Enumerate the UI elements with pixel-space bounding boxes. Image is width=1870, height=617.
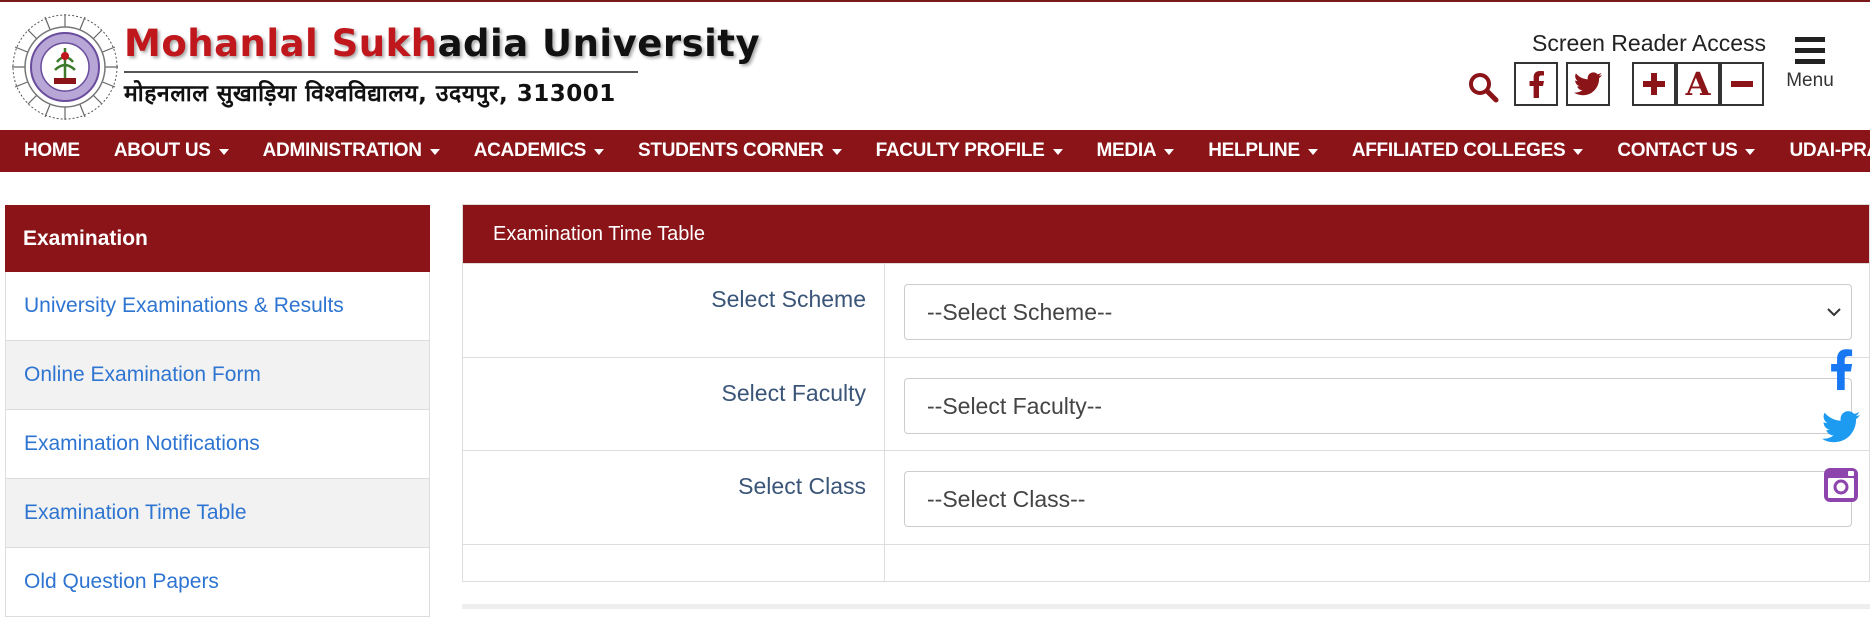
form-row-class: Select Class --Select Class-- bbox=[463, 450, 1869, 544]
nav-item-helpline[interactable]: HELPLINE bbox=[1191, 140, 1335, 162]
menu-button[interactable]: Menu bbox=[1780, 36, 1840, 106]
empty-cell bbox=[463, 545, 885, 582]
font-reset-icon: A bbox=[1685, 65, 1711, 103]
nav-item-about-us[interactable]: ABOUT US bbox=[97, 140, 246, 162]
floating-social-bar bbox=[1818, 340, 1864, 514]
hamburger-menu-icon bbox=[1795, 37, 1825, 64]
scheme-label: Select Scheme bbox=[463, 264, 885, 357]
examination-sidebar: Examination University Examinations & Re… bbox=[5, 205, 430, 617]
scheme-select[interactable]: --Select Scheme-- bbox=[904, 284, 1852, 340]
facebook-icon bbox=[1831, 349, 1853, 390]
twitter-icon bbox=[1822, 411, 1860, 443]
twitter-button[interactable] bbox=[1566, 62, 1610, 106]
floating-instagram-link[interactable] bbox=[1818, 456, 1864, 514]
main-navigation: HOME ABOUT US ADMINISTRATION ACADEMICS S… bbox=[0, 130, 1870, 172]
brand-divider bbox=[124, 71, 638, 73]
caret-down-icon bbox=[594, 149, 605, 155]
font-increase-button[interactable] bbox=[1632, 62, 1676, 106]
menu-label: Menu bbox=[1786, 70, 1834, 91]
font-decrease-button[interactable] bbox=[1720, 62, 1764, 106]
sidebar-item-examination-time-table[interactable]: Examination Time Table bbox=[5, 479, 430, 548]
screen-reader-access-link[interactable]: Screen Reader Access bbox=[1532, 30, 1766, 57]
sidebar-title: Examination bbox=[5, 205, 430, 272]
time-table-panel: Examination Time Table Select Scheme --S… bbox=[462, 204, 1870, 582]
caret-down-icon bbox=[831, 149, 842, 155]
nav-item-udai-prabha[interactable]: UDAI-PRABHA bbox=[1772, 140, 1870, 162]
sidebar-item-old-question-papers[interactable]: Old Question Papers bbox=[5, 548, 430, 617]
faculty-select[interactable]: --Select Faculty-- bbox=[904, 378, 1852, 434]
site-header: Mohanlal Sukhadia University मोहनलाल सुख… bbox=[0, 2, 1870, 130]
caret-down-icon bbox=[1164, 149, 1175, 155]
twitter-icon bbox=[1574, 72, 1602, 96]
floating-twitter-link[interactable] bbox=[1818, 398, 1864, 456]
instagram-icon bbox=[1824, 468, 1858, 502]
caret-down-icon bbox=[1573, 149, 1584, 155]
facebook-icon bbox=[1529, 71, 1544, 98]
panel-title: Examination Time Table bbox=[463, 205, 1869, 263]
facebook-button[interactable] bbox=[1514, 62, 1558, 106]
university-name-hindi: मोहनलाल सुखाड़िया विश्वविद्यालय, उदयपुर,… bbox=[124, 81, 616, 107]
university-name-english: Mohanlal Sukhadia University bbox=[124, 22, 761, 65]
university-seal-logo[interactable] bbox=[10, 12, 120, 122]
nav-item-affiliated-colleges[interactable]: AFFILIATED COLLEGES bbox=[1335, 140, 1601, 162]
font-reset-button[interactable]: A bbox=[1676, 62, 1720, 106]
faculty-label: Select Faculty bbox=[463, 358, 885, 451]
nav-item-contact-us[interactable]: CONTACT US bbox=[1600, 140, 1772, 162]
caret-down-icon bbox=[218, 149, 229, 155]
form-row-faculty: Select Faculty --Select Faculty-- bbox=[463, 357, 1869, 451]
scheme-select-value: --Select Scheme-- bbox=[927, 298, 1113, 325]
nav-item-faculty-profile[interactable]: FACULTY PROFILE bbox=[859, 140, 1080, 162]
form-row-scheme: Select Scheme --Select Scheme-- bbox=[463, 263, 1869, 357]
content-divider bbox=[462, 604, 1870, 609]
chevron-down-icon bbox=[1827, 308, 1841, 317]
caret-down-icon bbox=[1307, 149, 1318, 155]
class-label: Select Class bbox=[463, 451, 885, 544]
nav-item-administration[interactable]: ADMINISTRATION bbox=[246, 140, 457, 162]
font-decrease-icon bbox=[1731, 81, 1753, 87]
nav-item-students-corner[interactable]: STUDENTS CORNER bbox=[621, 140, 859, 162]
nav-item-media[interactable]: MEDIA bbox=[1080, 140, 1192, 162]
floating-facebook-link[interactable] bbox=[1818, 340, 1864, 398]
caret-down-icon bbox=[1052, 149, 1063, 155]
caret-down-icon bbox=[1745, 149, 1756, 155]
font-increase-icon bbox=[1643, 73, 1665, 95]
sidebar-item-online-examination-form[interactable]: Online Examination Form bbox=[5, 341, 430, 410]
faculty-select-value: --Select Faculty-- bbox=[927, 392, 1103, 419]
caret-down-icon bbox=[429, 149, 440, 155]
sidebar-item-examination-notifications[interactable]: Examination Notifications bbox=[5, 410, 430, 479]
nav-item-home[interactable]: HOME bbox=[0, 140, 97, 162]
class-select-value: --Select Class-- bbox=[927, 485, 1086, 512]
sidebar-item-university-examinations-results[interactable]: University Examinations & Results bbox=[5, 272, 430, 341]
nav-item-academics[interactable]: ACADEMICS bbox=[457, 140, 621, 162]
form-row-empty bbox=[463, 544, 1869, 582]
class-select[interactable]: --Select Class-- bbox=[904, 471, 1852, 527]
search-icon[interactable] bbox=[1466, 70, 1500, 104]
